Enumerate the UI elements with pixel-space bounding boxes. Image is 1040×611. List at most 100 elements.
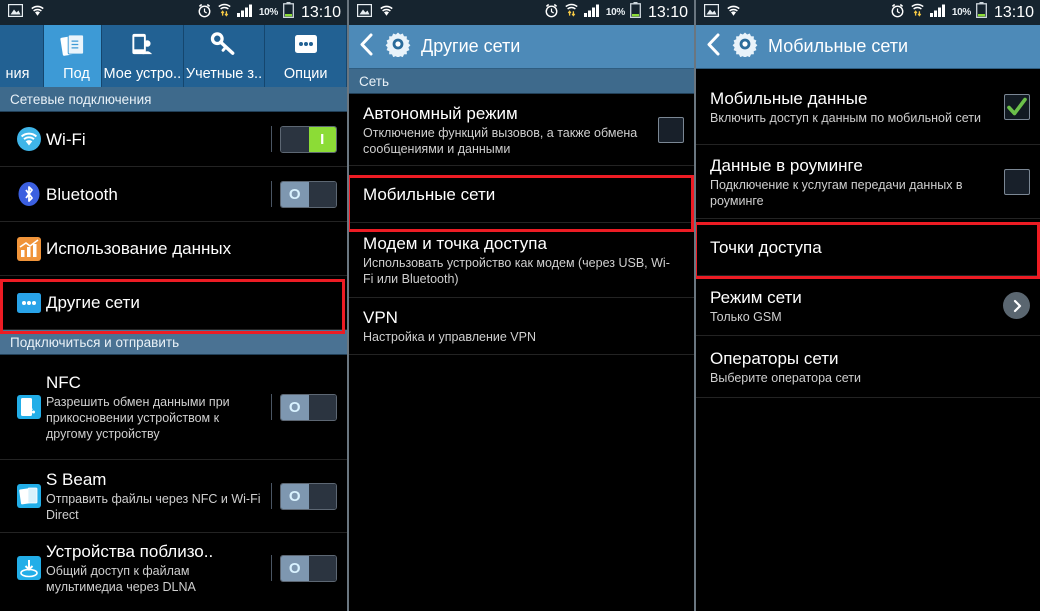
row-nearby-devices[interactable]: Устройства поблизо.. Общий доступ к файл… [0,533,347,603]
row-subtitle: Настройка и управление VPN [363,330,536,344]
row-subtitle: Подключение к услугам передачи данных в … [710,177,963,208]
back-chevron-icon[interactable] [705,32,722,62]
tab-my-device[interactable]: Мое устро.. [102,25,184,87]
divider [271,126,272,152]
row-control[interactable]: I [271,125,337,153]
gear-icon [385,31,411,62]
s-beam-icon [11,483,46,509]
row-data-usage[interactable]: Использование данных [0,222,347,276]
row-nfc[interactable]: NFC Разрешить обмен данными при прикосно… [0,355,347,460]
nfc-toggle[interactable]: O [280,393,337,421]
row-title: Режим сети [710,287,802,307]
row-subtitle: Общий доступ к файлам мультимедиа через … [46,564,196,594]
tab-label: Опции [283,66,328,82]
row-wifi[interactable]: Wi-Fi I [0,112,347,167]
row-subtitle: Отключение функций вызовов, а также обме… [363,125,638,156]
row-title: Bluetooth [46,184,118,204]
status-bar-clock: 13:10 [647,3,688,21]
row-title: NFC [46,373,81,392]
row-text: S Beam Отправить файлы через NFC и Wi-Fi… [46,469,271,523]
row-title: Модем и точка доступа [363,234,547,253]
wifi-icon [379,4,394,22]
tab-partial-left[interactable]: ния [0,25,44,87]
status-bar-left-icons [703,3,741,22]
bluetooth-toggle[interactable]: O [280,180,337,208]
panel-connections-settings: 10% 13:10 ния Под Мое устро.. Учетные з.… [0,0,347,611]
status-bar-right-icons: 10% 13:10 [544,2,688,23]
data-roaming-checkbox[interactable] [1004,168,1030,195]
row-control[interactable] [1003,292,1030,319]
connections-icon [59,32,86,62]
divider [271,555,272,581]
tab-label: Под [63,66,90,82]
panel-mobile-networks-settings: 10% 13:10 Мобильные сети Мобильные данны… [694,0,1040,611]
row-control[interactable] [1004,93,1030,120]
my-device-icon [129,32,155,62]
row-text: Использование данных [46,238,337,259]
wifi-toggle[interactable]: I [280,125,337,153]
toggle-off-glyph: O [288,559,301,577]
row-bluetooth[interactable]: Bluetooth O [0,167,347,222]
row-title: Устройства поблизо.. [46,542,214,561]
row-title: Операторы сети [710,348,839,368]
action-bar-other-networks: Другие сети [349,25,694,69]
chevron-right-icon[interactable] [1003,292,1030,319]
row-title: Другие сети [46,293,140,312]
tab-accounts[interactable]: Учетные з.. [183,25,266,87]
row-access-points[interactable]: Точки доступа [696,219,1040,276]
status-bar-panel3: 10% 13:10 [696,0,1040,25]
gear-icon [732,31,758,62]
wifi-data-transfer-icon [217,3,232,22]
row-mobile-data[interactable]: Мобильные данные Включить доступ к данны… [696,69,1040,145]
row-mobile-networks[interactable]: Мобильные сети [349,166,694,223]
row-airplane-mode[interactable]: Автономный режим Отключение функций вызо… [349,94,694,166]
wifi-icon [30,4,45,22]
row-tethering-hotspot[interactable]: Модем и точка доступа Использовать устро… [349,223,694,298]
nearby-devices-toggle[interactable]: O [280,554,337,582]
nfc-icon [11,394,46,420]
divider [271,394,272,420]
row-network-operators[interactable]: Операторы сети Выберите оператора сети [696,336,1040,398]
image-icon [356,3,373,22]
battery-percent-label: 10% [258,7,278,18]
row-control[interactable]: O [271,393,337,421]
row-s-beam[interactable]: S Beam Отправить файлы через NFC и Wi-Fi… [0,460,347,533]
row-vpn[interactable]: VPN Настройка и управление VPN [349,298,694,355]
row-title: S Beam [46,470,107,489]
airplane-mode-checkbox[interactable] [658,116,684,143]
back-chevron-icon[interactable] [358,32,375,62]
row-control[interactable]: O [271,180,337,208]
empty-list-area [696,398,1040,611]
s-beam-toggle[interactable]: O [280,482,337,510]
row-title: VPN [363,308,398,327]
row-subtitle: Использовать устройство как модем (через… [363,256,670,286]
alarm-clock-icon [197,3,212,23]
row-control[interactable] [1004,168,1030,195]
row-text: Точки доступа [710,237,1030,258]
row-other-networks[interactable]: Другие сети [0,276,347,330]
row-control[interactable]: O [271,554,337,582]
status-bar-panel2: 10% 13:10 [349,0,694,25]
row-control[interactable] [658,116,684,143]
status-bar-clock: 13:10 [300,3,341,21]
status-bar-clock: 13:10 [993,3,1034,21]
tab-options[interactable]: Опции [265,25,347,87]
row-subtitle: Только GSM [710,309,782,324]
page-title: Другие сети [421,36,521,56]
wifi-data-transfer-icon [564,3,579,22]
tab-connections[interactable]: Под [44,25,102,87]
toggle-off-glyph: O [288,398,301,416]
status-bar-left-icons [356,3,394,22]
accounts-key-icon [210,32,238,62]
image-icon [7,3,24,22]
image-icon [703,3,720,22]
status-bar-right-icons: 10% 13:10 [197,2,341,23]
alarm-clock-icon [544,3,559,23]
row-control[interactable]: O [271,482,337,510]
row-network-mode[interactable]: Режим сети Только GSM [696,276,1040,336]
mobile-data-checkbox[interactable] [1004,93,1030,120]
tab-label: Мое устро.. [103,66,182,82]
row-data-roaming[interactable]: Данные в роуминге Подключение к услугам … [696,145,1040,219]
section-header-network: Сеть [349,69,694,94]
battery-icon [283,2,294,23]
